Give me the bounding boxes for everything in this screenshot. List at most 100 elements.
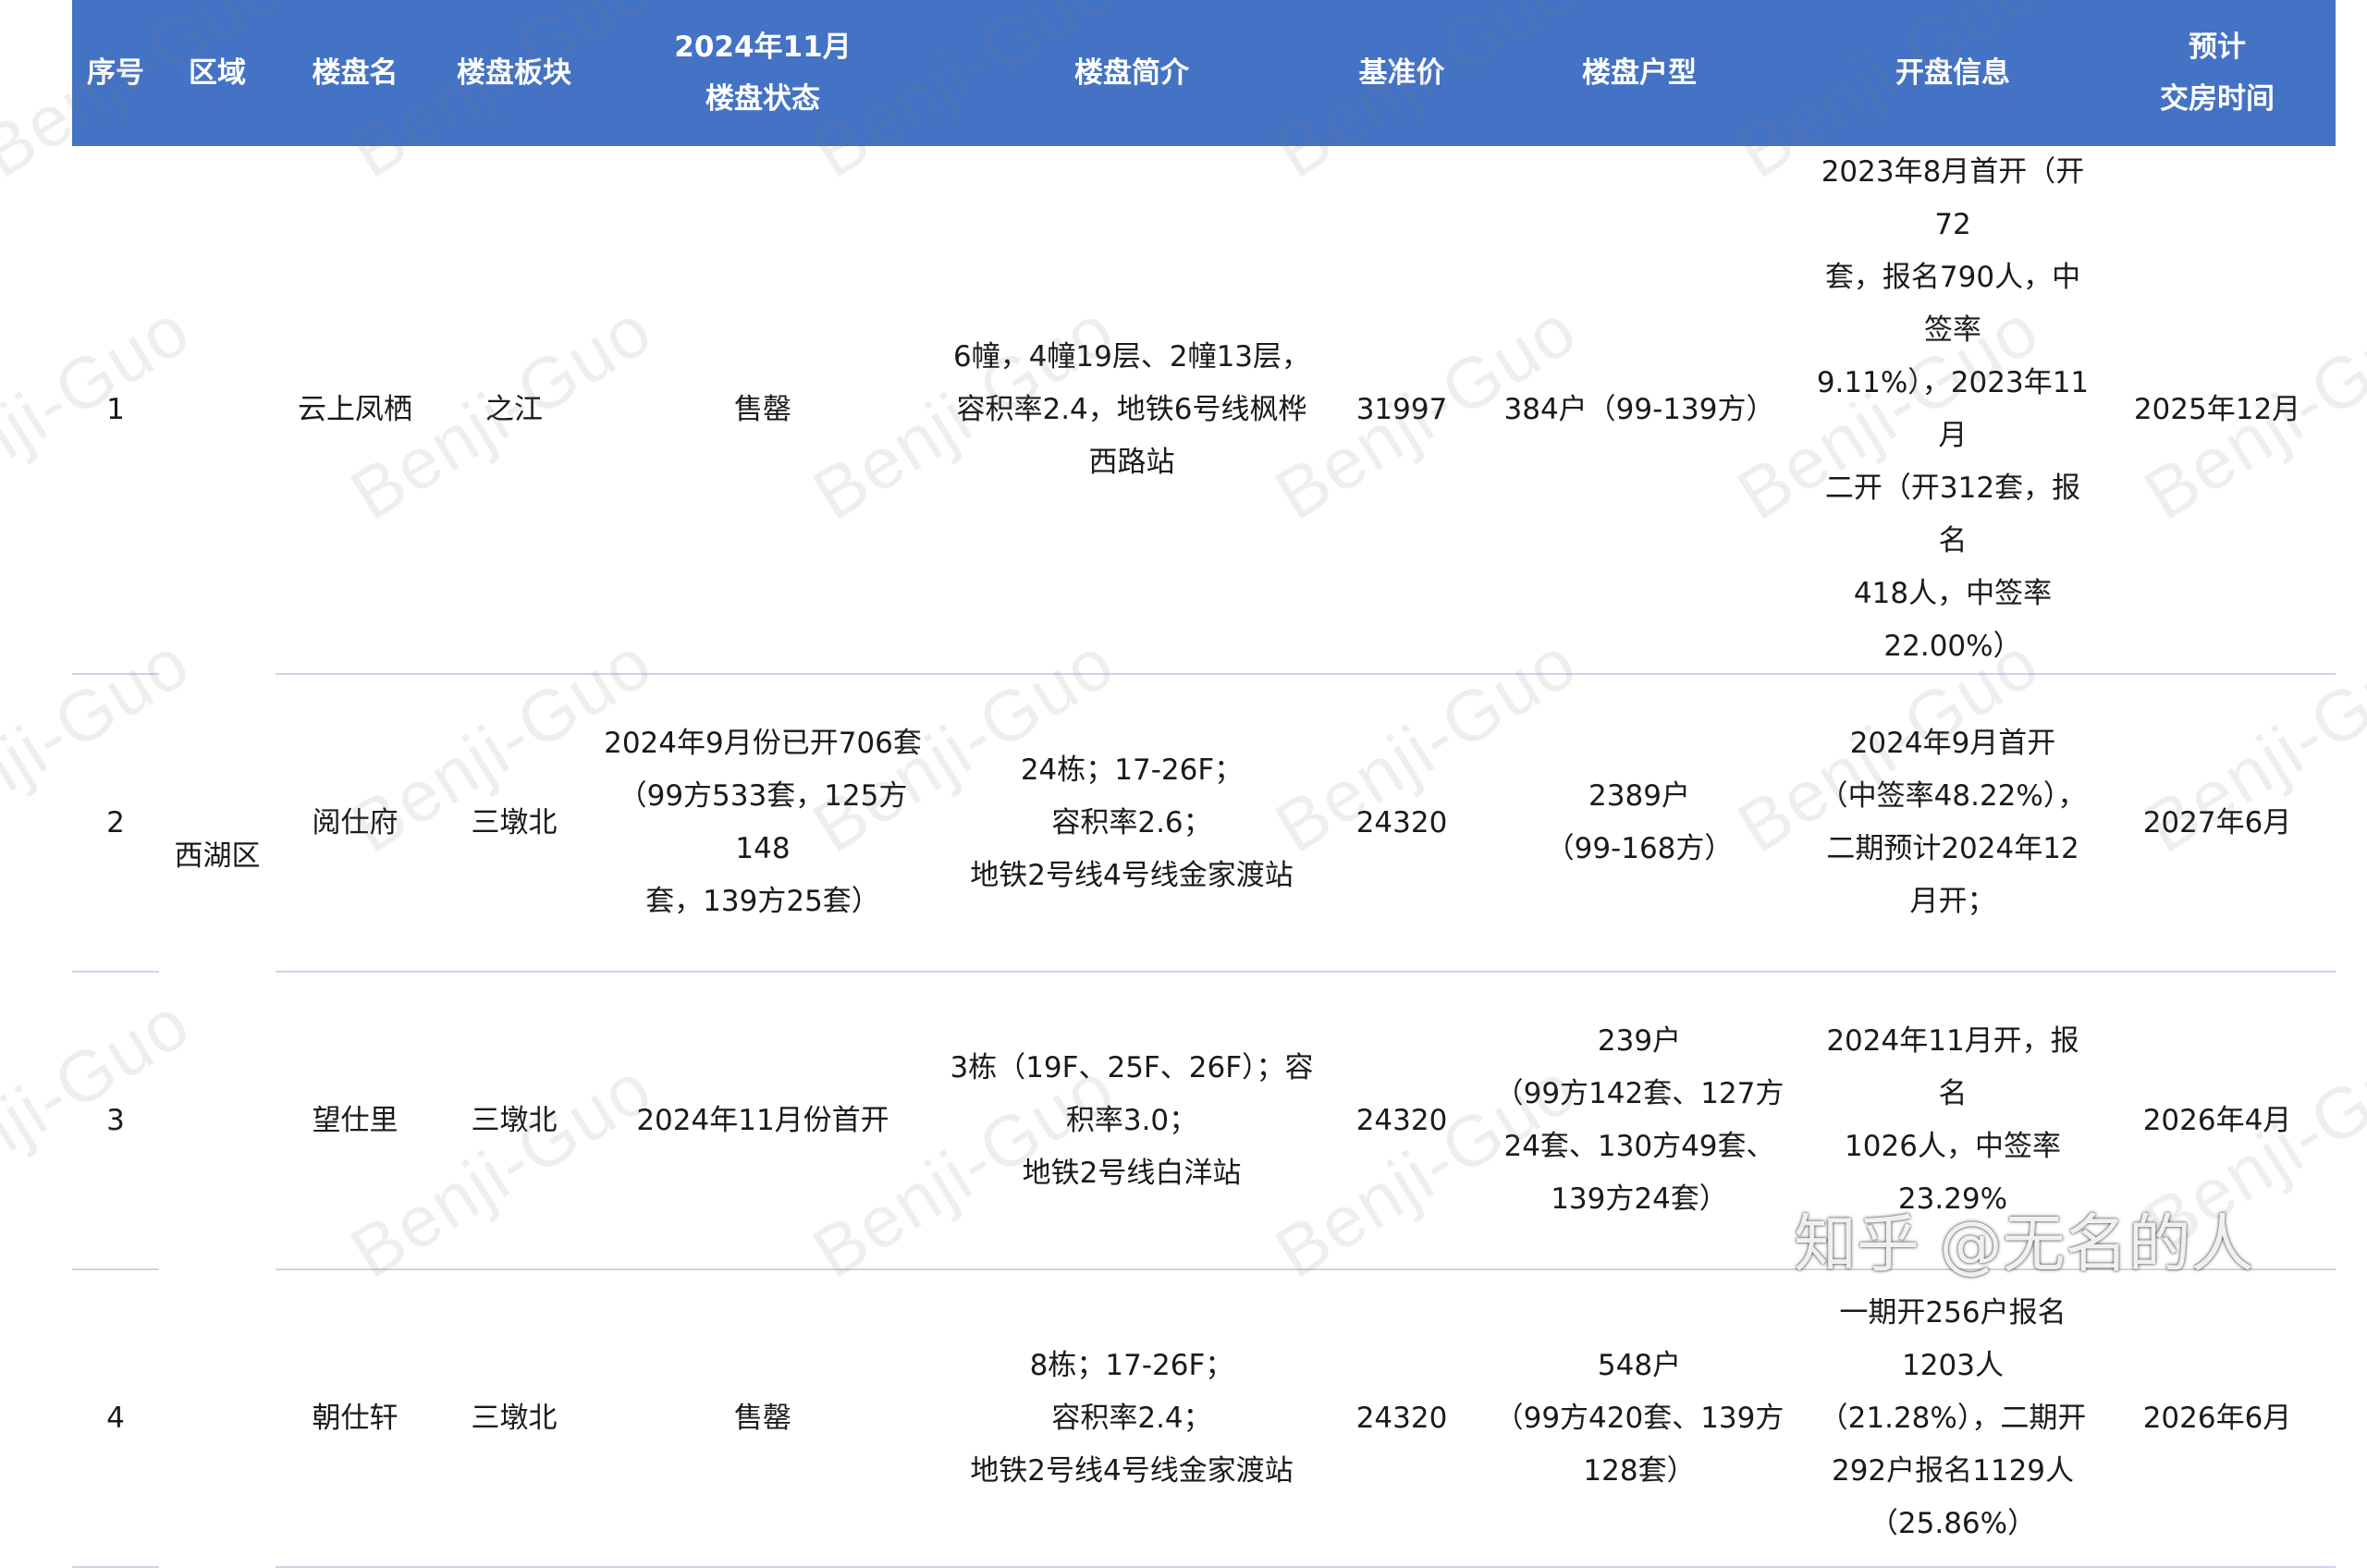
cell-block-text: 三墩北 bbox=[471, 1401, 558, 1435]
col-header-region: 区域 bbox=[159, 0, 276, 146]
cell-intro: 6幢，4幢19层、2幢13层， 容积率2.4，地铁6号线枫桦 西路站 bbox=[932, 146, 1331, 675]
col-header-no-text: 序号 bbox=[87, 56, 144, 90]
cell-open-text: 418人，中签率22.00%） bbox=[1853, 577, 2053, 663]
cell-no-text: 4 bbox=[106, 1401, 125, 1435]
cell-no: 4 bbox=[72, 1269, 159, 1568]
col-header-units-text: 楼盘户型 bbox=[1582, 56, 1697, 90]
cell-open-text: 二开（开312套，报名 bbox=[1824, 472, 2081, 557]
cell-intro-text: 容积率2.4，地铁6号线枫桦 bbox=[956, 392, 1307, 426]
cell-no: 1 bbox=[72, 146, 159, 675]
table-row: 1 西湖区 云上凤栖 之江 售罄 6幢，4幢19层、2幢13层， 容积率2.4，地铁6号线枫… bbox=[72, 146, 2336, 873]
table-row: 2 阅仕府 三墩北 2024年9月份已开706套 （99方533套，125方148 套，1… bbox=[72, 674, 2336, 973]
cell-intro-text: 西路站 bbox=[1088, 445, 1175, 479]
cell-units-text: 139方24套） bbox=[1551, 1182, 1728, 1216]
cell-open-text: 一期开256户报名1203人 bbox=[1839, 1295, 2067, 1382]
cell-intro-text: 8栋；17-26F； bbox=[1029, 1348, 1234, 1382]
cell-name: 云上凤栖 bbox=[276, 146, 435, 675]
cell-block: 三墩北 bbox=[435, 972, 594, 1270]
cell-status: 2024年9月份已开706套 （99方533套，125方148 套，139方25套） bbox=[594, 674, 932, 973]
col-header-price: 基准价 bbox=[1331, 0, 1472, 146]
cell-delivery-text: 2025年12月 bbox=[2133, 392, 2301, 426]
cell-units: 548户 （99方420套、139方 128套） bbox=[1472, 1269, 1807, 1568]
col-header-block-text: 楼盘板块 bbox=[457, 56, 571, 90]
table-header: 序号 区域 楼盘名 楼盘板块 2024年11月 楼盘状态 楼盘简介 基准价 楼盘户型 开盘信息 预计… bbox=[72, 0, 2336, 146]
cell-status: 2024年11月份首开 bbox=[594, 972, 932, 1270]
cell-status: 售罄 bbox=[594, 146, 932, 675]
cell-block-text: 三墩北 bbox=[471, 1103, 558, 1137]
cell-intro-text: 容积率2.6； bbox=[1051, 805, 1212, 839]
cell-units: 384户（99-139方） bbox=[1472, 146, 1807, 675]
col-header-delivery: 预计 交房时间 bbox=[2099, 0, 2336, 146]
cell-units-text: （99方142套、127方 bbox=[1494, 1077, 1784, 1110]
cell-status: 售罄 bbox=[594, 1269, 932, 1568]
cell-price-text: 31997 bbox=[1355, 392, 1448, 426]
cell-delivery-text: 2026年6月 bbox=[2142, 1401, 2292, 1435]
col-header-units: 楼盘户型 bbox=[1472, 0, 1807, 146]
cell-open-text: 1026人，中签率23.29% bbox=[1845, 1130, 2061, 1216]
cell-intro: 3栋（19F、25F、26F）；容 积率3.0； 地铁2号线白洋站 bbox=[932, 972, 1331, 1270]
cell-status-text: 2024年9月份已开706套 bbox=[604, 727, 922, 760]
cell-open-text: 二期预计2024年12月开； bbox=[1826, 832, 2079, 918]
col-header-open-text: 开盘信息 bbox=[1895, 56, 2010, 90]
col-header-delivery-text: 交房时间 bbox=[2160, 82, 2275, 116]
cell-intro-text: 地铁2号线4号线金家渡站 bbox=[970, 1453, 1294, 1488]
cell-delivery-text: 2027年6月 bbox=[2142, 805, 2292, 839]
cell-units-text: 2389户 bbox=[1588, 779, 1690, 813]
cell-open: 2024年9月首开 （中签率48.22%）， 二期预计2024年12月开； bbox=[1807, 674, 2099, 973]
cell-price-text: 24320 bbox=[1355, 1103, 1448, 1137]
table-body: 1 西湖区 云上凤栖 之江 售罄 6幢，4幢19层、2幢13层， 容积率2.4，地铁6号线枫… bbox=[72, 146, 2336, 1568]
cell-block: 三墩北 bbox=[435, 674, 594, 973]
cell-units-text: （99-168方） bbox=[1545, 832, 1734, 865]
header-row: 序号 区域 楼盘名 楼盘板块 2024年11月 楼盘状态 楼盘简介 基准价 楼盘户型 开盘信息 预计… bbox=[72, 0, 2336, 146]
col-header-block: 楼盘板块 bbox=[435, 0, 594, 146]
table-row: 3 望仕里 三墩北 2024年11月份首开 3栋（19F、25F、26F）；容 积率3.0… bbox=[72, 972, 2336, 1270]
cell-intro: 24栋；17-26F； 容积率2.6； 地铁2号线4号线金家渡站 bbox=[932, 674, 1331, 973]
cell-name-text: 阅仕府 bbox=[312, 805, 399, 839]
cell-delivery: 2026年6月 bbox=[2099, 1269, 2336, 1568]
cell-open: 2023年8月首开（开72 套，报名790人，中签率 9.11%），2023年11月… bbox=[1807, 146, 2099, 675]
cell-intro-text: 6幢，4幢19层、2幢13层， bbox=[952, 339, 1311, 374]
cell-name: 望仕里 bbox=[276, 972, 435, 1270]
cell-name-text: 望仕里 bbox=[312, 1103, 399, 1137]
col-header-price-text: 基准价 bbox=[1358, 56, 1445, 90]
col-header-name-text: 楼盘名 bbox=[312, 56, 399, 90]
table-row: 4 朝仕轩 三墩北 售罄 8栋；17-26F； 容积率2.4； 地铁2号线4号线金家渡站 24… bbox=[72, 1269, 2336, 1568]
cell-no-text: 2 bbox=[106, 805, 125, 839]
cell-block: 三墩北 bbox=[435, 1269, 594, 1568]
cell-price: 24320 bbox=[1331, 674, 1472, 973]
cell-intro-text: 3栋（19F、25F、26F）；容 bbox=[950, 1050, 1314, 1084]
col-header-open: 开盘信息 bbox=[1807, 0, 2099, 146]
cell-region-text: 西湖区 bbox=[174, 839, 261, 873]
cell-price-text: 24320 bbox=[1355, 805, 1448, 839]
cell-open-text: 2024年11月开，报名 bbox=[1826, 1024, 2079, 1110]
cell-price: 24320 bbox=[1331, 1269, 1472, 1568]
cell-delivery: 2027年6月 bbox=[2099, 674, 2336, 973]
cell-status-text: 套，139方25套） bbox=[645, 885, 880, 918]
col-header-intro-text: 楼盘简介 bbox=[1074, 56, 1189, 90]
cell-delivery: 2025年12月 bbox=[2099, 146, 2336, 675]
cell-open: 一期开256户报名1203人 （21.28%），二期开 292户报名1129人 （25… bbox=[1807, 1269, 2099, 1568]
cell-no-text: 3 bbox=[106, 1103, 125, 1137]
cell-delivery: 2026年4月 bbox=[2099, 972, 2336, 1270]
cell-name-text: 云上凤栖 bbox=[298, 392, 412, 426]
cell-status-text: 售罄 bbox=[734, 1401, 791, 1435]
cell-no-text: 1 bbox=[106, 392, 125, 426]
cell-region: 西湖区 bbox=[159, 146, 276, 1567]
cell-no: 3 bbox=[72, 972, 159, 1270]
cell-delivery-text: 2026年4月 bbox=[2142, 1103, 2292, 1137]
cell-intro-text: 容积率2.4； bbox=[1051, 1401, 1212, 1435]
cell-intro-text: 积率3.0； bbox=[1065, 1103, 1198, 1137]
col-header-no: 序号 bbox=[72, 0, 159, 146]
cell-open-text: 2023年8月首开（开72 bbox=[1821, 155, 2085, 241]
cell-name: 朝仕轩 bbox=[276, 1269, 435, 1568]
housing-table: 序号 区域 楼盘名 楼盘板块 2024年11月 楼盘状态 楼盘简介 基准价 楼盘户型 开盘信息 预计… bbox=[72, 0, 2336, 1568]
cell-status-text: 售罄 bbox=[734, 392, 791, 426]
cell-units-text: 384户（99-139方） bbox=[1503, 392, 1775, 426]
cell-units-text: 239户 bbox=[1597, 1024, 1682, 1058]
cell-block: 之江 bbox=[435, 146, 594, 675]
cell-open-text: （25.86%） bbox=[1869, 1506, 2037, 1540]
cell-units: 2389户 （99-168方） bbox=[1472, 674, 1807, 973]
cell-intro: 8栋；17-26F； 容积率2.4； 地铁2号线4号线金家渡站 bbox=[932, 1269, 1331, 1568]
cell-status-text: （99方533套，125方148 bbox=[618, 779, 908, 865]
cell-price-text: 24320 bbox=[1355, 1401, 1448, 1435]
